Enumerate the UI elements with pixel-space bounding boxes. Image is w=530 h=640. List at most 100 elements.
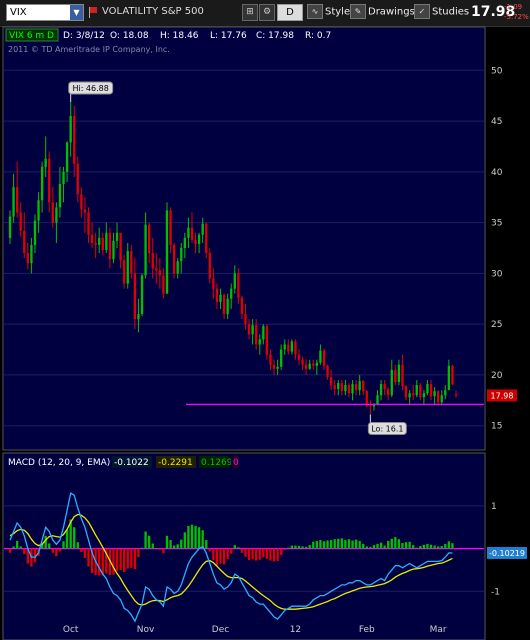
candle-body [412,393,415,396]
candle-body [172,244,176,274]
candle-body [87,212,90,235]
candle-body [394,369,397,383]
histogram-bar [137,548,140,558]
histogram-bar [140,547,144,549]
histogram-bar [376,543,379,549]
candle-body [365,391,368,406]
candle-body [351,384,354,394]
histogram-bar [312,541,315,549]
candle-body [415,385,418,396]
candle-body [362,381,365,392]
histogram-bar [415,547,418,549]
histogram-bar [351,540,354,549]
candle-body [30,244,33,264]
symbol-dropdown-icon[interactable]: ▼ [70,5,83,20]
candle-body [390,369,393,396]
y-tick-label: 20 [491,371,503,381]
settings-icon[interactable]: ⚙ [259,4,275,21]
drawings-label: Drawings [368,6,415,18]
candle-body [205,223,208,254]
candle-body [190,227,194,240]
histogram-bar [272,548,276,562]
histogram-bar [390,538,393,549]
histogram-bar [165,535,169,549]
histogram-bar [215,548,219,566]
flag-icon[interactable] [88,6,98,18]
histogram-bar [162,548,165,554]
symbol-input[interactable]: VIX ▼ [6,4,84,21]
last-price-label: 17.98 [491,391,514,400]
chart-canvas[interactable]: VIX 6 m D D: 3/8/12 O: 18.08 H: 18.46 L:… [0,26,530,640]
studies-menu[interactable]: ✓ Studies [414,4,469,21]
histogram-bar [123,548,126,573]
histogram-bar [73,527,76,549]
histogram-bar [301,546,304,549]
y-tick-label: 50 [491,66,503,76]
histogram-bar [158,548,162,550]
candle-body [347,385,351,394]
candle-body [33,220,37,245]
histogram-bar [58,548,62,552]
studies-icon: ✓ [414,4,430,19]
histogram-bar [172,545,176,549]
histogram-bar [219,548,222,564]
histogram-bar [419,546,422,549]
candle-body [326,365,329,377]
histogram-bar [51,548,54,553]
candle-body [358,381,361,391]
histogram-bar [365,546,368,549]
candle-body [215,288,219,302]
histogram-bar [144,531,147,549]
histogram-bar [451,543,454,549]
candle-body [433,391,436,397]
histogram-bar [304,546,308,549]
candle-body [290,341,294,352]
histogram-bar [115,548,119,571]
candle-body [219,294,222,302]
candle-body [329,376,333,386]
symbol-tag-label: VIX 6 m D [9,31,54,41]
candle-body [304,364,308,369]
histogram-bar [187,525,190,549]
x-tick-label: Mar [430,625,447,635]
candle-body [269,354,272,365]
histogram-bar [369,546,372,549]
histogram-bar [180,539,183,549]
histogram-bar [87,548,90,567]
candle-body [158,270,162,276]
candle-body [90,234,94,243]
histogram-bar [290,545,294,549]
studies-label: Studies [432,6,470,18]
candle-body [137,314,140,320]
candle-body [37,200,40,221]
histogram-bar [412,545,415,549]
histogram-bar [329,540,333,549]
histogram-bar [269,548,272,561]
y-tick-label: 1 [491,502,497,512]
style-menu[interactable]: ∿ Style [307,4,350,21]
histogram-bar [379,542,383,549]
histogram-bar [112,548,115,575]
candle-body [108,232,112,260]
candle-body [258,339,261,345]
drawings-menu[interactable]: ✎ Drawings [350,4,415,21]
candle-body [262,326,265,340]
histogram-bar [315,540,319,549]
candle-body [297,354,301,360]
candle-body [65,142,69,172]
candle-body [140,275,144,314]
y-tick-label: 30 [491,269,503,279]
low-readout: L: 17.76 [210,31,247,41]
compare-icon[interactable]: ⊞ [242,4,258,21]
histogram-bar [155,548,158,550]
candle-body [255,325,258,345]
period-button[interactable]: D [277,4,303,21]
histogram-bar [183,532,186,549]
histogram-bar [230,548,233,554]
candle-body [440,395,443,403]
candle-body [83,209,87,213]
candle-body [155,268,158,271]
candle-body [23,230,26,254]
histogram-bar [8,548,12,553]
histogram-bar [19,546,22,549]
